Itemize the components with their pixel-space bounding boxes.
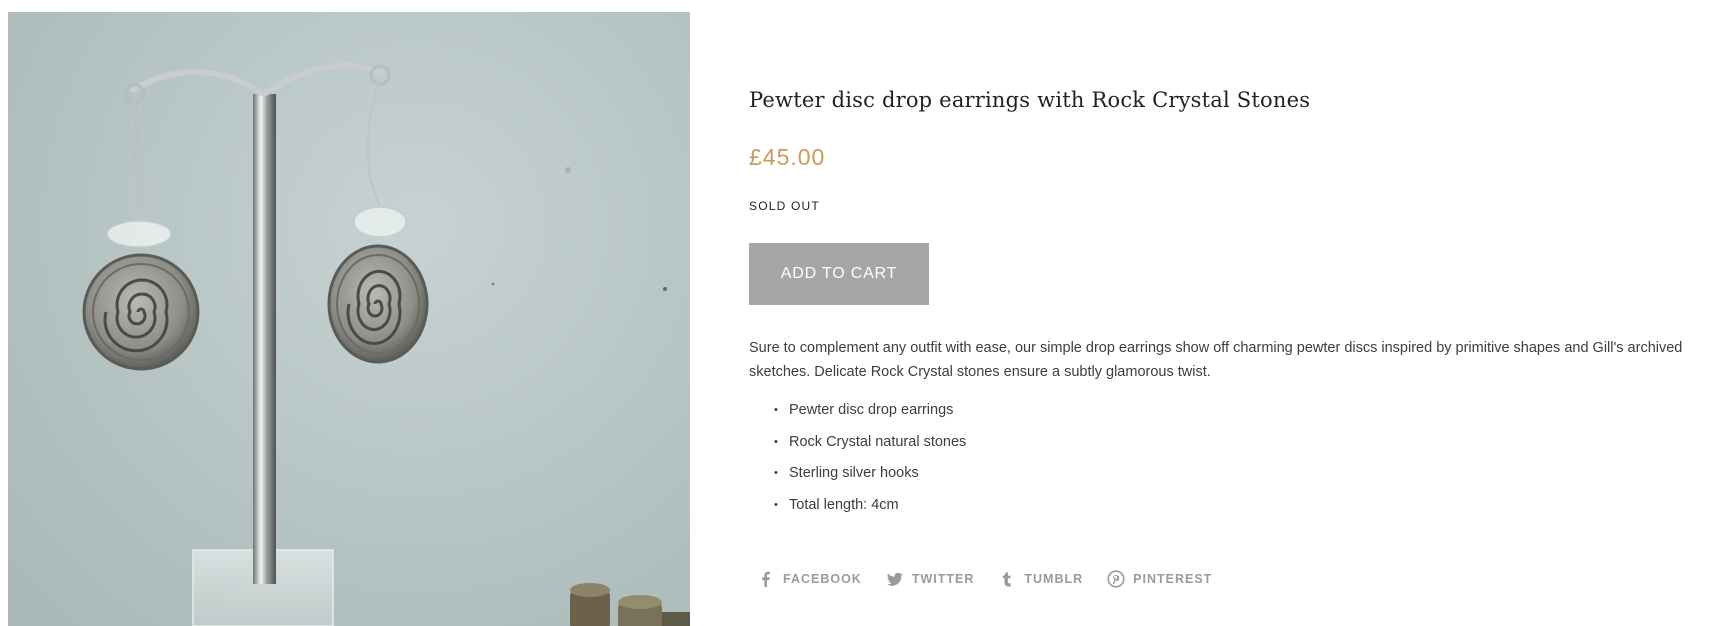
availability-status: SOLD OUT: [749, 199, 820, 213]
facebook-icon: [762, 571, 770, 587]
share-pinterest-label: PINTEREST: [1133, 572, 1213, 586]
share-facebook-link[interactable]: FACEBOOK: [757, 570, 862, 588]
list-item: Total length: 4cm: [749, 493, 966, 525]
share-twitter-label: TWITTER: [911, 572, 975, 586]
product-image[interactable]: [8, 12, 690, 626]
share-facebook-label: FACEBOOK: [783, 572, 862, 586]
product-price: £45.00: [749, 144, 826, 170]
share-pinterest-link[interactable]: PINTEREST: [1107, 570, 1212, 588]
tumblr-icon: [1003, 572, 1011, 587]
share-links: FACEBOOK TWITTER TUMBLR PINTEREST: [757, 570, 1236, 588]
share-tumblr-label: TUMBLR: [1024, 572, 1084, 586]
share-tumblr-link[interactable]: TUMBLR: [998, 570, 1083, 588]
add-to-cart-button[interactable]: ADD TO CART: [749, 243, 929, 305]
share-twitter-link[interactable]: TWITTER: [886, 570, 975, 588]
list-item: Rock Crystal natural stones: [749, 430, 966, 462]
list-item: Pewter disc drop earrings: [749, 398, 966, 430]
product-description: Sure to complement any outfit with ease,…: [749, 340, 1683, 380]
pinterest-icon: [1107, 570, 1125, 588]
product-title: Pewter disc drop earrings with Rock Crys…: [749, 88, 1311, 112]
feature-list: Pewter disc drop earrings Rock Crystal n…: [749, 398, 966, 524]
twitter-icon: [886, 572, 903, 586]
list-item: Sterling silver hooks: [749, 461, 966, 493]
earrings-illustration: [82, 62, 690, 626]
